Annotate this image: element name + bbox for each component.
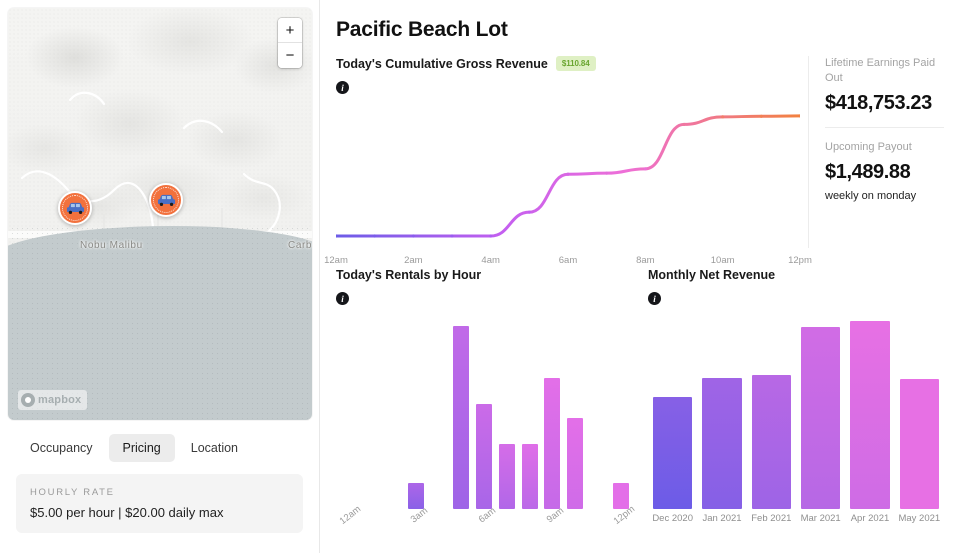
lifetime-earnings-stat: Lifetime Earnings Paid Out $418,753.23: [825, 56, 944, 127]
revenue-chart-column: Today's Cumulative Gross Revenue $110.84…: [332, 56, 800, 248]
zoom-out-button[interactable]: −: [278, 43, 302, 68]
revenue-section-header: Today's Cumulative Gross Revenue $110.84: [336, 56, 800, 71]
x-axis-tick: 6am: [559, 255, 577, 266]
tab-pricing[interactable]: Pricing: [109, 434, 175, 462]
x-axis-tick: Jan 2021: [702, 513, 741, 524]
zoom-in-button[interactable]: +: [278, 18, 302, 43]
info-icon[interactable]: i: [336, 81, 349, 94]
rentals-bar[interactable]: [476, 404, 492, 509]
monthly-revenue-bar[interactable]: [702, 378, 741, 509]
upcoming-payout-value: $1,489.88: [825, 161, 944, 184]
line-data-point[interactable]: [682, 123, 685, 126]
line-data-point[interactable]: [528, 211, 531, 214]
map-label-carbon: Carb: [288, 240, 312, 251]
x-axis-tick: 10am: [711, 255, 735, 266]
mapbox-icon: [21, 393, 35, 407]
parking-marker-west[interactable]: [58, 191, 92, 225]
tab-occupancy[interactable]: Occupancy: [16, 434, 107, 462]
info-icon[interactable]: i: [336, 292, 349, 305]
line-data-point[interactable]: [412, 234, 415, 237]
main-content: Pacific Beach Lot Today's Cumulative Gro…: [320, 0, 960, 553]
rentals-bar[interactable]: [408, 483, 424, 509]
line-chart-x-axis: 12am2am4am6am8am10am12pm: [336, 255, 800, 271]
parking-marker-east[interactable]: [149, 183, 183, 217]
x-axis-tick: Mar 2021: [801, 513, 841, 524]
line-chart-svg: [336, 98, 800, 248]
x-axis-tick: 6am: [477, 505, 498, 525]
line-data-point[interactable]: [605, 172, 608, 175]
rentals-bar[interactable]: [499, 444, 515, 509]
hourly-rate-label: HOURLY RATE: [30, 487, 289, 498]
x-axis-tick: 4am: [481, 255, 499, 266]
monthly-x-axis: Dec 2020 Jan 2021 Feb 2021 Mar 2021 Apr 2021…: [648, 509, 944, 543]
rentals-bar[interactable]: [567, 418, 583, 509]
x-axis-tick: 12pm: [788, 255, 812, 266]
rentals-panel: Today's Rentals by Hour i 12am3am6am9am1…: [336, 268, 632, 543]
monthly-revenue-bar[interactable]: [900, 379, 939, 509]
upcoming-payout-label: Upcoming Payout: [825, 140, 944, 155]
monthly-revenue-bar[interactable]: [801, 327, 840, 509]
map-container[interactable]: Nobu Malibu Carb: [8, 8, 312, 420]
line-data-point[interactable]: [760, 115, 763, 118]
hourly-rate-value: $5.00 per hour | $20.00 daily max: [30, 505, 289, 520]
monthly-bar-chart: [648, 313, 944, 509]
x-axis-tick: Feb 2021: [751, 513, 791, 524]
payout-schedule-note: weekly on monday: [825, 184, 944, 202]
x-axis-tick: May 2021: [898, 513, 940, 524]
revenue-badge: $110.84: [556, 56, 596, 71]
line-data-point[interactable]: [373, 234, 376, 237]
left-panel: Nobu Malibu Carb: [0, 0, 320, 553]
monthly-revenue-bar[interactable]: [653, 397, 692, 509]
rentals-bar[interactable]: [522, 444, 538, 509]
car-icon: [157, 193, 176, 207]
monthly-revenue-bar[interactable]: [752, 375, 791, 509]
rentals-bar[interactable]: [613, 483, 629, 509]
tab-location[interactable]: Location: [177, 434, 252, 462]
x-axis-tick: 8am: [636, 255, 654, 266]
revenue-title: Today's Cumulative Gross Revenue: [336, 57, 548, 71]
mapbox-attribution[interactable]: mapbox: [18, 390, 87, 410]
upcoming-payout-stat: Upcoming Payout $1,489.88 weekly on mond…: [825, 127, 944, 214]
line-data-point[interactable]: [566, 173, 569, 176]
stats-column: Lifetime Earnings Paid Out $418,753.23 U…: [808, 56, 944, 248]
line-data-point[interactable]: [489, 234, 492, 237]
rentals-bar[interactable]: [453, 326, 469, 509]
x-axis-tick: 2am: [404, 255, 422, 266]
rentals-x-axis: 12am3am6am9am12pm: [336, 509, 632, 543]
detail-tabs[interactable]: Occupancy Pricing Location: [8, 420, 311, 474]
monthly-revenue-panel: Monthly Net Revenue i Dec 2020Jan 2021Fe…: [648, 268, 944, 543]
monthly-revenue-bar[interactable]: [850, 321, 889, 509]
car-icon: [66, 201, 85, 215]
cumulative-revenue-chart: 12am2am4am6am8am10am12pm: [336, 98, 800, 248]
x-axis-tick: Dec 2020: [652, 513, 693, 524]
x-axis-tick: 12am: [324, 255, 348, 266]
map-label-nobu-malibu: Nobu Malibu: [80, 240, 143, 251]
bar-charts-row: Today's Rentals by Hour i 12am3am6am9am1…: [332, 268, 944, 543]
hourly-rate-card: HOURLY RATE $5.00 per hour | $20.00 dail…: [16, 474, 303, 533]
page-title: Pacific Beach Lot: [336, 18, 944, 42]
app-root: Nobu Malibu Carb: [0, 0, 960, 553]
mapbox-label: mapbox: [38, 394, 81, 406]
rentals-bar-chart: [336, 313, 632, 509]
info-icon[interactable]: i: [648, 292, 661, 305]
x-axis-tick: 9am: [545, 505, 566, 525]
rentals-bar[interactable]: [544, 378, 560, 509]
lifetime-earnings-value: $418,753.23: [825, 92, 944, 115]
line-data-point[interactable]: [644, 167, 647, 170]
revenue-row: Today's Cumulative Gross Revenue $110.84…: [332, 56, 944, 248]
line-data-point[interactable]: [450, 234, 453, 237]
map-zoom-controls[interactable]: + −: [278, 18, 302, 68]
x-axis-tick: 3am: [408, 505, 429, 525]
line-data-point[interactable]: [721, 115, 724, 118]
lifetime-earnings-label: Lifetime Earnings Paid Out: [825, 56, 944, 86]
x-axis-tick: Apr 2021: [851, 513, 890, 524]
